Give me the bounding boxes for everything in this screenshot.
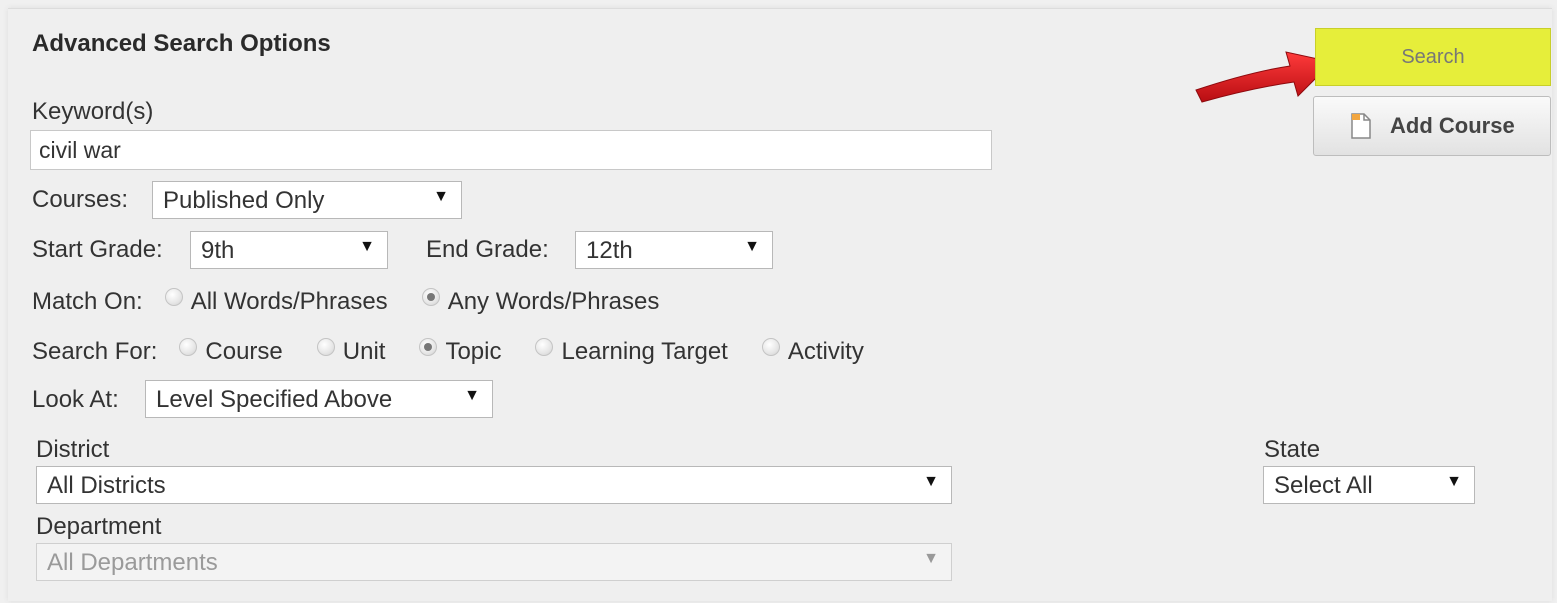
radio-button[interactable] <box>316 338 335 356</box>
chevron-down-icon: ▼ <box>1446 473 1462 490</box>
add-course-button[interactable]: Add Course <box>1313 96 1551 156</box>
courses-select[interactable]: Published Only ▼ <box>152 181 462 219</box>
department-select: All Departments ▼ <box>36 543 952 581</box>
match-all-option[interactable]: All Words/Phrases <box>164 288 388 316</box>
courses-selected: Published Only <box>163 187 325 214</box>
state-label: State <box>1264 436 1321 463</box>
chevron-down-icon: ▼ <box>359 238 375 255</box>
district-label: District <box>36 436 110 463</box>
search-for-activity[interactable]: Activity <box>761 338 864 366</box>
match-on-group: Match On: All Words/Phrases Any Words/Phra… <box>32 288 693 316</box>
radio-button-checked[interactable] <box>421 288 440 306</box>
search-for-course[interactable]: Course <box>179 338 283 366</box>
look-at-label: Look At: <box>32 386 119 413</box>
keyword-input[interactable] <box>30 130 992 170</box>
keyword-label: Keyword(s) <box>32 98 154 125</box>
search-for-learning-target[interactable]: Learning Target <box>535 338 728 366</box>
match-on-label: Match On: <box>32 288 143 315</box>
chevron-down-icon: ▼ <box>433 188 449 205</box>
start-grade-selected: 9th <box>201 237 235 264</box>
end-grade-label: End Grade: <box>426 236 549 263</box>
end-grade-selected: 12th <box>586 237 633 264</box>
look-at-select[interactable]: Level Specified Above ▼ <box>145 380 493 418</box>
search-for-topic[interactable]: Topic <box>419 338 501 366</box>
start-grade-label: Start Grade: <box>32 236 163 263</box>
radio-button[interactable] <box>179 338 198 356</box>
search-button[interactable]: Search <box>1315 28 1551 86</box>
radio-button-checked[interactable] <box>419 338 438 356</box>
radio-button[interactable] <box>761 338 780 356</box>
match-any-option[interactable]: Any Words/Phrases <box>421 288 659 316</box>
start-grade-select[interactable]: 9th ▼ <box>190 231 388 269</box>
document-icon <box>1351 113 1371 139</box>
end-grade-select[interactable]: 12th ▼ <box>575 231 773 269</box>
district-selected: All Districts <box>47 472 166 499</box>
look-at-selected: Level Specified Above <box>156 386 393 413</box>
add-course-label: Add Course <box>1390 113 1515 138</box>
radio-button[interactable] <box>164 288 183 306</box>
search-for-group: Search For: Course Unit Topic Learning Targe… <box>32 338 898 366</box>
state-select[interactable]: Select All ▼ <box>1263 466 1475 504</box>
radio-button[interactable] <box>535 338 554 356</box>
chevron-down-icon: ▼ <box>923 550 939 567</box>
chevron-down-icon: ▼ <box>923 473 939 490</box>
department-label: Department <box>36 513 162 540</box>
district-select[interactable]: All Districts ▼ <box>36 466 952 504</box>
search-for-label: Search For: <box>32 338 158 365</box>
chevron-down-icon: ▼ <box>744 238 760 255</box>
chevron-down-icon: ▼ <box>464 387 480 404</box>
department-selected: All Departments <box>47 549 218 576</box>
search-for-unit[interactable]: Unit <box>316 338 385 366</box>
state-selected: Select All <box>1274 472 1373 499</box>
courses-label: Courses: <box>32 186 129 213</box>
panel-title: Advanced Search Options <box>32 30 331 57</box>
